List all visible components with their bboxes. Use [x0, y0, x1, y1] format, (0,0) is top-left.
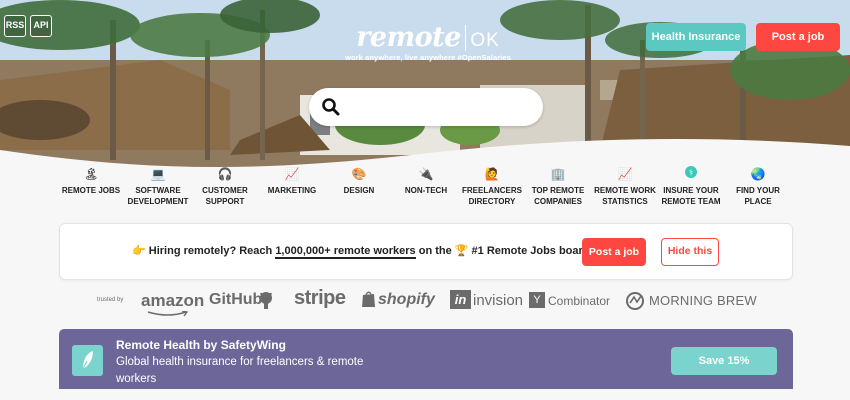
category-remote-work-statistics[interactable]: 📈 REMOTE WORK STATISTICS: [590, 166, 660, 207]
shopify-bag-icon: [362, 291, 375, 307]
hiring-text-mid: on the: [418, 245, 452, 257]
category-label: DESIGN: [343, 186, 375, 195]
hide-banner-button[interactable]: Hide this: [661, 238, 719, 266]
hiring-text-suffix: #1 Remote Jobs board: [471, 245, 590, 257]
trophy-icon: 🏆: [454, 245, 469, 257]
category-software-development[interactable]: 💻 SOFTWARE DEVELOPMENT: [123, 166, 193, 207]
api-button[interactable]: API: [30, 15, 52, 37]
headphones-icon: 🎧: [217, 167, 233, 181]
safetywing-description: Global health insurance for freelancers …: [116, 356, 364, 385]
category-label: FREELANCERS DIRECTORY: [461, 186, 522, 206]
remoteok-logo[interactable]: remote OK work anywhere, live anywhere #O…: [338, 22, 518, 62]
github-logo: GitHub: [209, 291, 263, 308]
svg-text:⚕: ⚕: [689, 168, 693, 177]
invision-badge-icon: in: [450, 290, 471, 309]
amazon-smile-icon: [147, 311, 189, 317]
category-label: CUSTOMER SUPPORT: [202, 186, 248, 206]
medical-icon: ⚕: [656, 166, 726, 182]
search-input[interactable]: [347, 96, 532, 118]
safetywing-ad[interactable]: Remote Health by SafetyWing Global healt…: [59, 329, 793, 389]
logo-divider: [464, 25, 467, 51]
ycombinator-logo: Combinator: [548, 294, 611, 308]
category-customer-support[interactable]: 🎧 CUSTOMER SUPPORT: [190, 166, 260, 207]
octocat-icon: [260, 292, 272, 309]
banner-post-job-button[interactable]: Post a job: [582, 238, 646, 266]
page-root: RSS API remote OK work anywhere, live any…: [0, 0, 850, 400]
shopify-logo: shopify: [378, 291, 435, 308]
island-icon: 🏝: [83, 167, 99, 181]
office-building-icon: 🏢: [550, 167, 566, 181]
globe-icon: 🌏: [750, 167, 766, 181]
hiring-banner: 👉 Hiring remotely? Reach 1,000,000+ remo…: [59, 223, 793, 280]
search-icon: [322, 98, 340, 116]
safetywing-feather-icon: [72, 345, 103, 376]
category-nav: 🏝 REMOTE JOBS 💻 SOFTWARE DEVELOPMENT 🎧 C…: [56, 166, 806, 214]
category-label: SOFTWARE DEVELOPMENT: [127, 186, 189, 206]
logo-remote-text: remote: [356, 22, 461, 53]
safetywing-title: Remote Health by SafetyWing: [116, 338, 286, 352]
category-label: INSURE YOUR REMOTE TEAM: [661, 186, 721, 206]
category-label: MARKETING: [267, 186, 317, 195]
amazon-logo: amazon: [141, 291, 205, 310]
category-non-tech[interactable]: 🔌 NON-TECH: [391, 166, 461, 196]
category-freelancers-directory[interactable]: 🙋 FREELANCERS DIRECTORY: [457, 166, 527, 207]
trusted-by-row: trusted by amazon GitHub stripe shopify …: [0, 285, 850, 317]
category-label: TOP REMOTE COMPANIES: [531, 186, 585, 206]
category-design[interactable]: 🎨 DESIGN: [324, 166, 394, 196]
trusted-by-label: trusted by: [97, 297, 124, 303]
hero-wave-divider: [0, 139, 850, 168]
save-15-button[interactable]: Save 15%: [671, 347, 777, 375]
category-label: REMOTE JOBS: [61, 186, 121, 195]
category-label: REMOTE WORK STATISTICS: [594, 186, 656, 206]
pointing-hand-icon: 👉: [132, 245, 146, 257]
hiring-banner-text: 👉 Hiring remotely? Reach 1,000,000+ remo…: [132, 244, 590, 259]
plug-icon: 🔌: [418, 167, 434, 181]
hero-banner: RSS API remote OK work anywhere, live any…: [0, 0, 850, 168]
rss-button[interactable]: RSS: [4, 15, 26, 37]
category-remote-jobs[interactable]: 🏝 REMOTE JOBS: [56, 166, 126, 196]
category-insure-your-remote-team[interactable]: ⚕ INSURE YOUR REMOTE TEAM: [656, 166, 726, 207]
morning-brew-icon: [626, 292, 644, 310]
raising-hand-icon: 🙋: [484, 167, 500, 181]
post-job-button[interactable]: Post a job: [756, 23, 840, 51]
hiring-text-prefix: Hiring remotely? Reach: [148, 245, 273, 257]
category-top-remote-companies[interactable]: 🏢 TOP REMOTE COMPANIES: [523, 166, 593, 207]
palette-icon: 🎨: [351, 167, 367, 181]
hiring-text-highlight: 1,000,000+ remote workers: [275, 245, 416, 259]
category-label: FIND YOUR PLACE: [736, 186, 780, 206]
stripe-logo: stripe: [294, 287, 346, 309]
search-bar[interactable]: [309, 88, 543, 126]
ycombinator-icon: Y: [529, 292, 545, 308]
morning-brew-logo: MORNING BREW: [649, 293, 757, 308]
health-insurance-button[interactable]: Health Insurance: [646, 23, 746, 51]
laptop-icon: 💻: [150, 167, 166, 181]
logo-ok-text: OK: [470, 30, 500, 51]
category-find-your-place[interactable]: 🌏 FIND YOUR PLACE: [723, 166, 793, 207]
chart-up-icon: 📈: [284, 167, 300, 181]
category-marketing[interactable]: 📈 MARKETING: [257, 166, 327, 196]
invision-logo: invision: [473, 292, 524, 309]
chart-up-icon: 📈: [617, 167, 633, 181]
tagline: work anywhere, live anywhere #OpenSalari…: [345, 53, 511, 62]
category-label: NON-TECH: [404, 186, 448, 195]
